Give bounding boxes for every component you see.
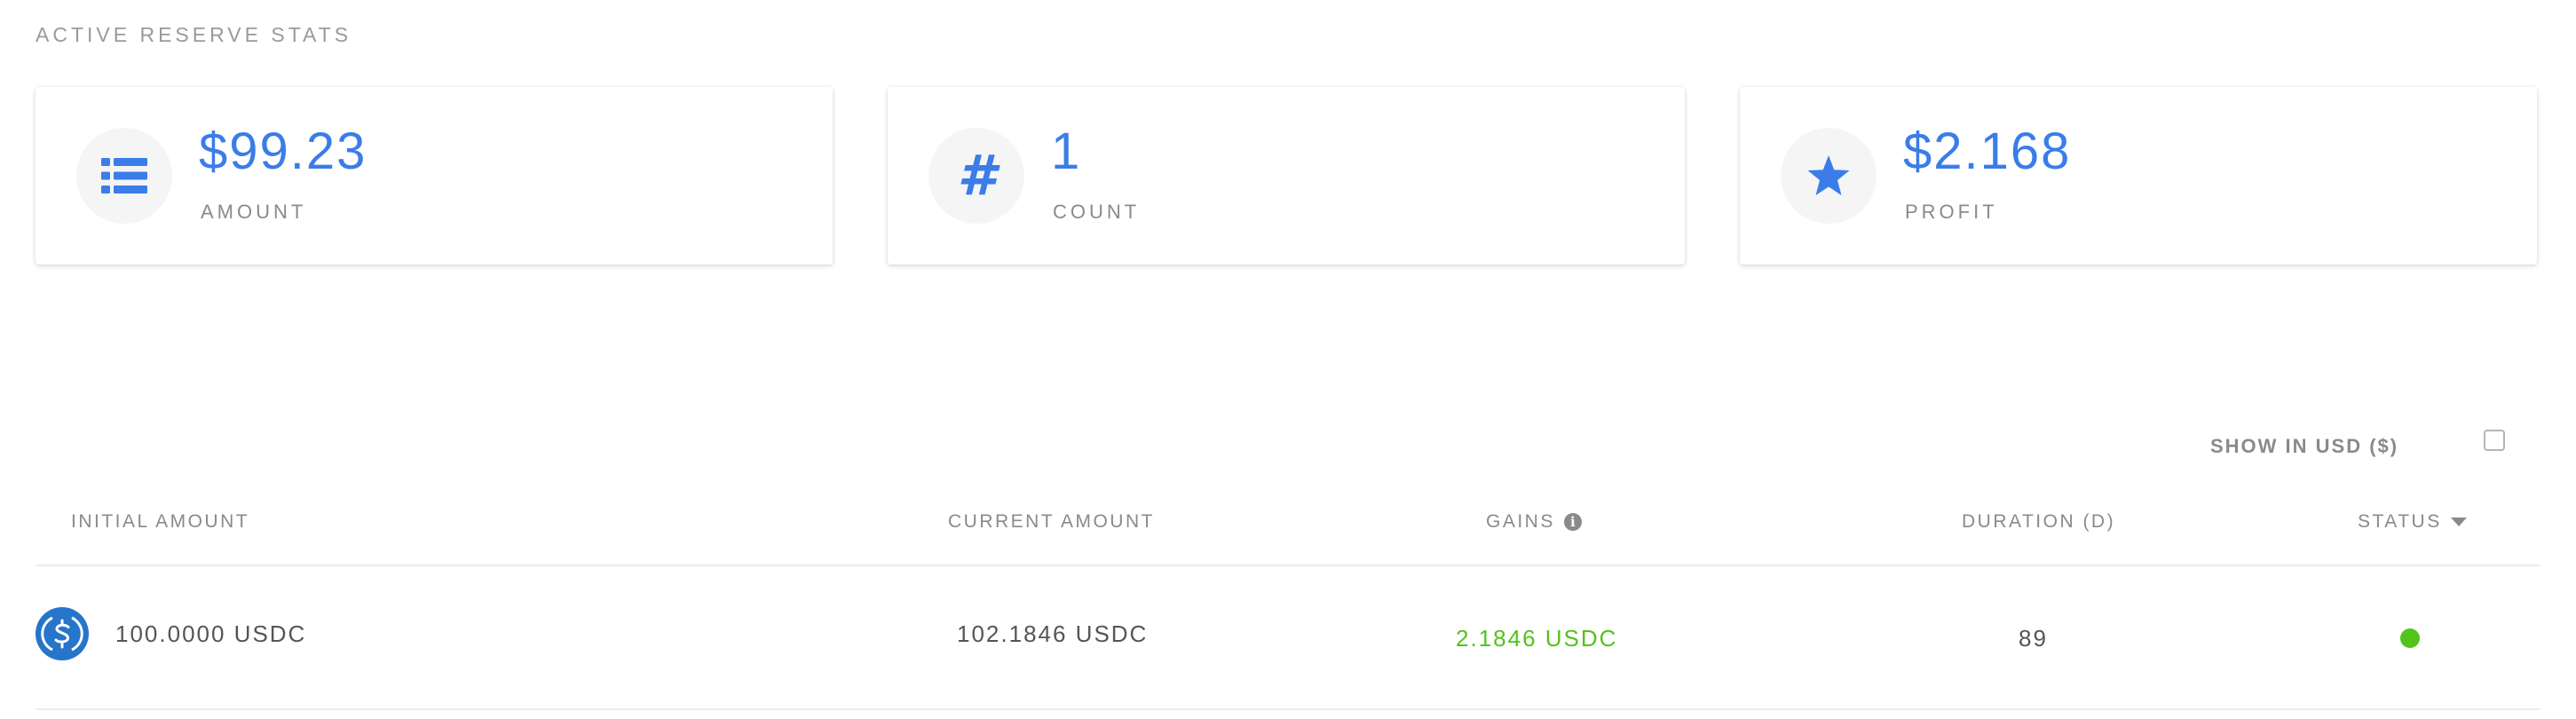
count-label: COUNT xyxy=(1053,201,1141,223)
status-active-indicator xyxy=(2400,628,2420,648)
star-icon xyxy=(1807,155,1850,195)
info-icon[interactable]: i xyxy=(1563,513,1582,531)
stats-cards: $99.23 AMOUNT # 1 COUNT $2.168 PROFIT xyxy=(36,87,2540,265)
amount-value: $99.23 xyxy=(199,122,367,180)
count-card: # 1 COUNT xyxy=(888,87,1685,265)
column-header-label: DURATION (D) xyxy=(1962,511,2116,532)
column-header-status[interactable]: STATUS xyxy=(2358,511,2467,533)
profit-icon-badge xyxy=(1781,128,1877,224)
column-header-initial-amount[interactable]: INITIAL AMOUNT xyxy=(71,511,249,533)
count-icon-badge: # xyxy=(928,128,1024,224)
profit-value: $2.168 xyxy=(1903,122,2072,180)
count-value: 1 xyxy=(1051,122,1082,180)
column-header-current-amount[interactable]: CURRENT AMOUNT xyxy=(948,511,1155,533)
amount-label: AMOUNT xyxy=(201,201,307,223)
sort-caret-down-icon[interactable] xyxy=(2450,518,2467,526)
duration-cell: 89 xyxy=(2019,625,2048,652)
profit-label: PROFIT xyxy=(1905,201,1998,223)
current-amount-cell: 102.1846 USDC xyxy=(957,620,1149,647)
show-in-usd-checkbox[interactable] xyxy=(2484,430,2505,451)
column-header-gains[interactable]: GAINS i xyxy=(1486,511,1582,533)
column-header-duration[interactable]: DURATION (D) xyxy=(1962,511,2115,533)
gains-cell: 2.1846 USDC xyxy=(1456,625,1618,652)
show-in-usd-label: SHOW IN USD ($) xyxy=(2210,435,2399,457)
usdc-icon xyxy=(36,607,89,660)
profit-card: $2.168 PROFIT xyxy=(1740,87,2537,265)
amount-card: $99.23 AMOUNT xyxy=(36,87,833,265)
table-row[interactable]: 100.0000 USDC 102.1846 USDC 2.1846 USDC … xyxy=(36,566,2540,710)
hash-icon: # xyxy=(957,143,996,208)
column-header-label: GAINS xyxy=(1486,511,1555,532)
initial-amount-cell: 100.0000 USDC xyxy=(115,620,307,647)
amount-icon-badge xyxy=(76,128,172,224)
section-title: ACTIVE RESERVE STATS xyxy=(36,23,352,46)
column-header-label: INITIAL AMOUNT xyxy=(71,511,250,532)
table-header: INITIAL AMOUNT CURRENT AMOUNT GAINS i DU… xyxy=(36,497,2540,566)
column-header-label: STATUS xyxy=(2358,511,2442,532)
list-icon xyxy=(101,158,147,194)
column-header-label: CURRENT AMOUNT xyxy=(948,511,1155,532)
